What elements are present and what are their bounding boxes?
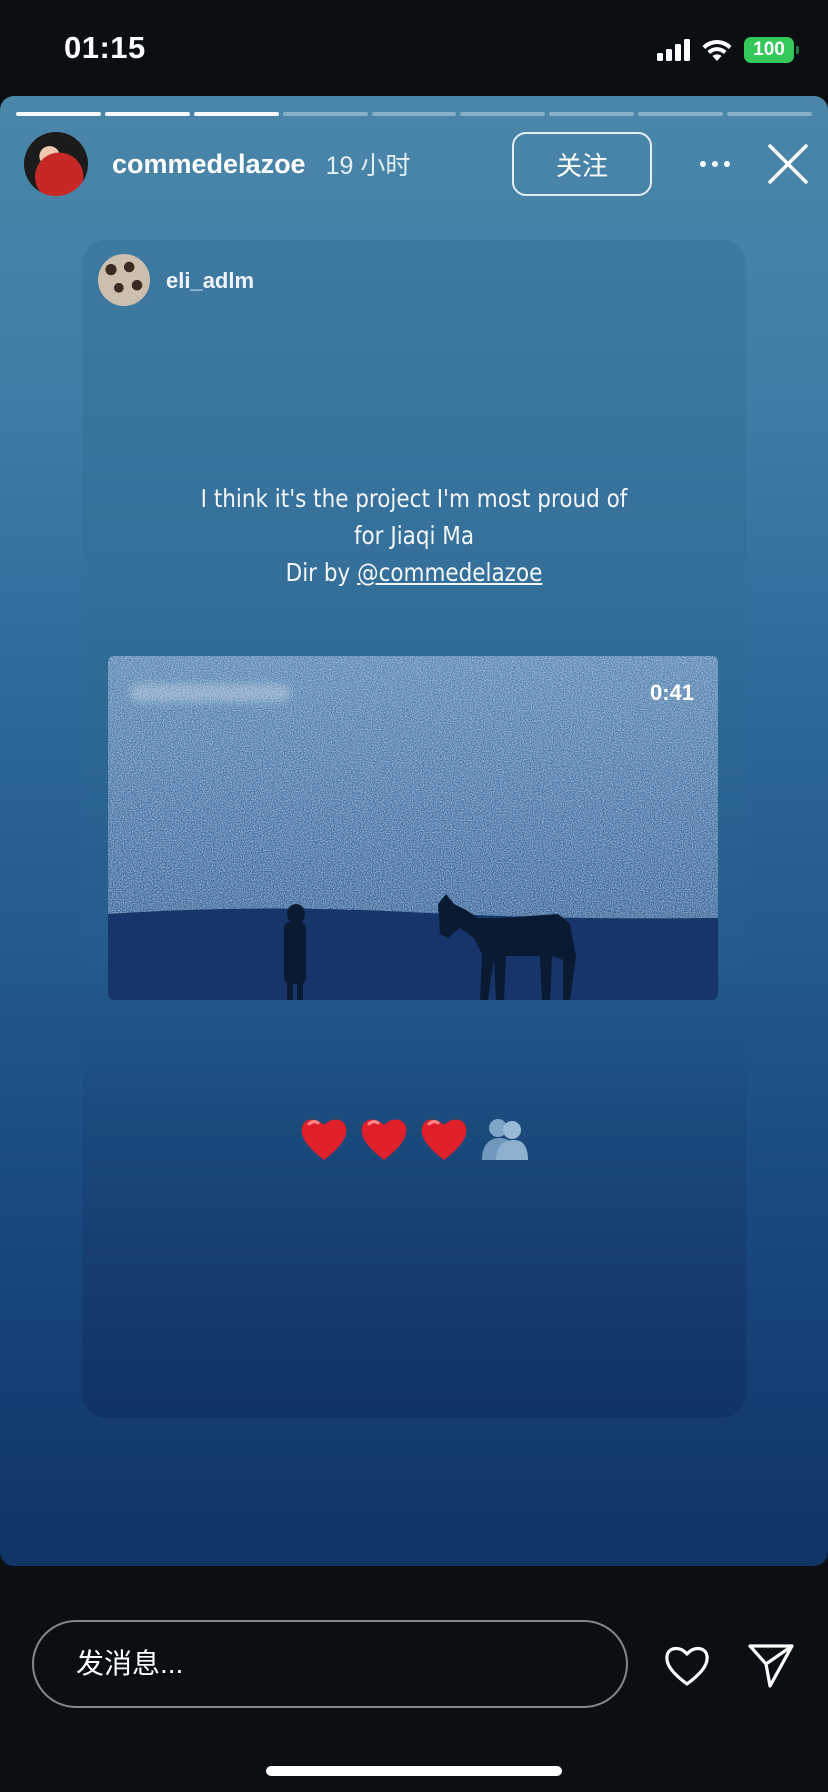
author-username[interactable]: commedelazoe [112, 149, 306, 180]
caption-line: for Jiaqi Ma [353, 521, 475, 550]
story-progress-segment [104, 112, 190, 116]
story-age: 19 小时 [325, 152, 411, 180]
story-progress-segment [193, 112, 279, 116]
shared-post-card[interactable]: eli_adlm I think it's the project I'm mo… [82, 240, 746, 1418]
ocean-horse-scene [108, 656, 718, 1000]
caption-line: Dir by @commedelazoe [128, 554, 699, 591]
battery-level: 100 [753, 39, 785, 60]
story-progress-segment [460, 112, 546, 116]
caption-line-text: Dir by [285, 558, 358, 587]
emoji-row [82, 1110, 746, 1170]
red-heart-icon [301, 1119, 347, 1160]
story-progress-segment [727, 112, 813, 116]
status-icons: 100 [657, 34, 799, 66]
message-input[interactable] [32, 1620, 628, 1708]
story-progress-segment [549, 112, 635, 116]
story-progress-segment [638, 112, 724, 116]
send-icon[interactable] [746, 1640, 796, 1690]
story-progress-segment [16, 112, 101, 116]
story-header: commedelazoe 19 小时 关注 [24, 132, 808, 196]
status-time: 01:15 [64, 30, 146, 65]
video-duration: 0:41 [649, 680, 694, 705]
shared-post-avatar[interactable] [98, 254, 150, 306]
author-avatar[interactable] [24, 132, 88, 196]
caption-mention[interactable]: @commedelazoe [357, 558, 542, 587]
close-icon[interactable] [764, 140, 812, 188]
shared-post-caption: I think it's the project I'm most proud … [128, 480, 699, 591]
story-progress-segment [282, 112, 368, 116]
heart-outline-icon[interactable] [662, 1640, 712, 1690]
story-progress-segment [371, 112, 457, 116]
reply-bar [0, 1566, 828, 1792]
story-progress-bar [16, 112, 813, 116]
blurred-video-label [130, 684, 290, 702]
follow-button[interactable]: 关注 [512, 132, 652, 196]
people-hugging-icon [482, 1119, 528, 1160]
status-bar: 01:15 100 [0, 0, 828, 96]
home-indicator[interactable] [266, 1766, 562, 1776]
red-heart-icon [421, 1119, 467, 1160]
cellular-signal-icon [657, 39, 690, 61]
battery-icon: 100 [744, 37, 799, 63]
red-heart-icon [361, 1119, 407, 1160]
more-horizontal-icon[interactable] [690, 148, 740, 180]
shared-post-username[interactable]: eli_adlm [166, 268, 254, 294]
story-viewer[interactable]: commedelazoe 19 小时 关注 eli_adlm I think i… [0, 96, 828, 1566]
caption-line: I think it's the project I'm most proud … [200, 484, 628, 513]
video-thumbnail[interactable]: 0:41 [108, 656, 718, 1000]
wifi-icon [702, 39, 732, 61]
